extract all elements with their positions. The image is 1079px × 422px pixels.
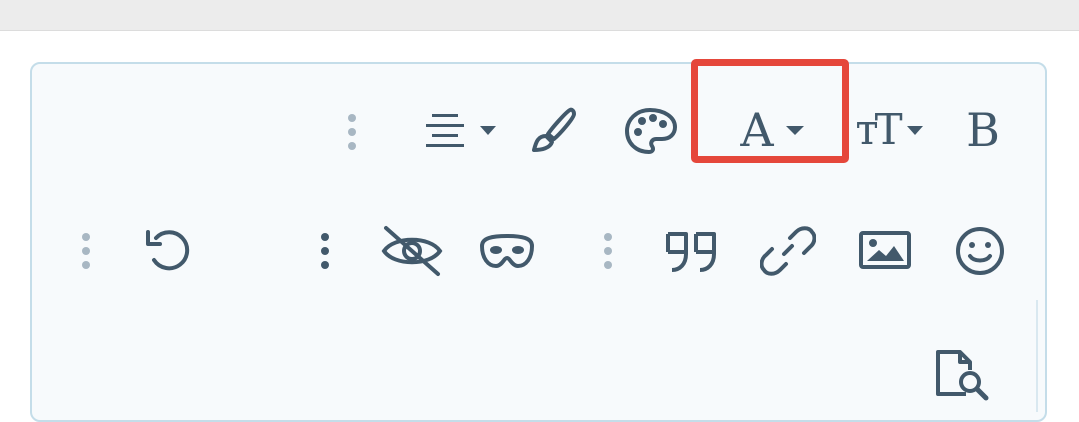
align-button[interactable]: [420, 106, 508, 154]
link-icon: [760, 226, 816, 276]
spoiler-button[interactable]: [474, 226, 540, 276]
palette-icon: [624, 107, 678, 155]
font-size-button[interactable]: тT: [848, 100, 932, 160]
chevron-down-icon: [906, 126, 923, 135]
smiley-icon: [956, 227, 1004, 275]
bold-icon: B: [966, 103, 1000, 157]
undo-icon: [146, 230, 190, 271]
browser-top-bar: [0, 0, 1079, 31]
bold-button[interactable]: B: [955, 100, 1011, 160]
mask-icon: [480, 234, 534, 268]
eye-slash-icon: [381, 226, 443, 276]
image-icon: [859, 231, 911, 269]
insert-image-button[interactable]: [856, 226, 914, 274]
style-button[interactable]: [526, 104, 578, 158]
preview-button[interactable]: [930, 346, 992, 402]
font-size-icon: тT: [855, 105, 902, 154]
paintbrush-icon: [532, 107, 576, 152]
undo-button[interactable]: [140, 224, 198, 278]
hide-button[interactable]: [380, 224, 444, 278]
editor-scroll-edge: [1036, 300, 1050, 412]
toolbar-group-grip[interactable]: [348, 114, 356, 156]
quote-icon: [666, 232, 716, 272]
more-vertical-icon[interactable]: [321, 233, 329, 275]
align-center-icon: [426, 114, 496, 147]
link-button[interactable]: [760, 224, 816, 278]
quote-button[interactable]: [660, 224, 722, 278]
file-search-icon: [936, 350, 989, 401]
emoji-button[interactable]: [952, 224, 1008, 278]
toolbar-group-grip[interactable]: [604, 233, 612, 275]
color-palette-button[interactable]: [622, 104, 680, 158]
toolbar-group-grip[interactable]: [82, 233, 90, 275]
highlight-box: [691, 59, 849, 163]
